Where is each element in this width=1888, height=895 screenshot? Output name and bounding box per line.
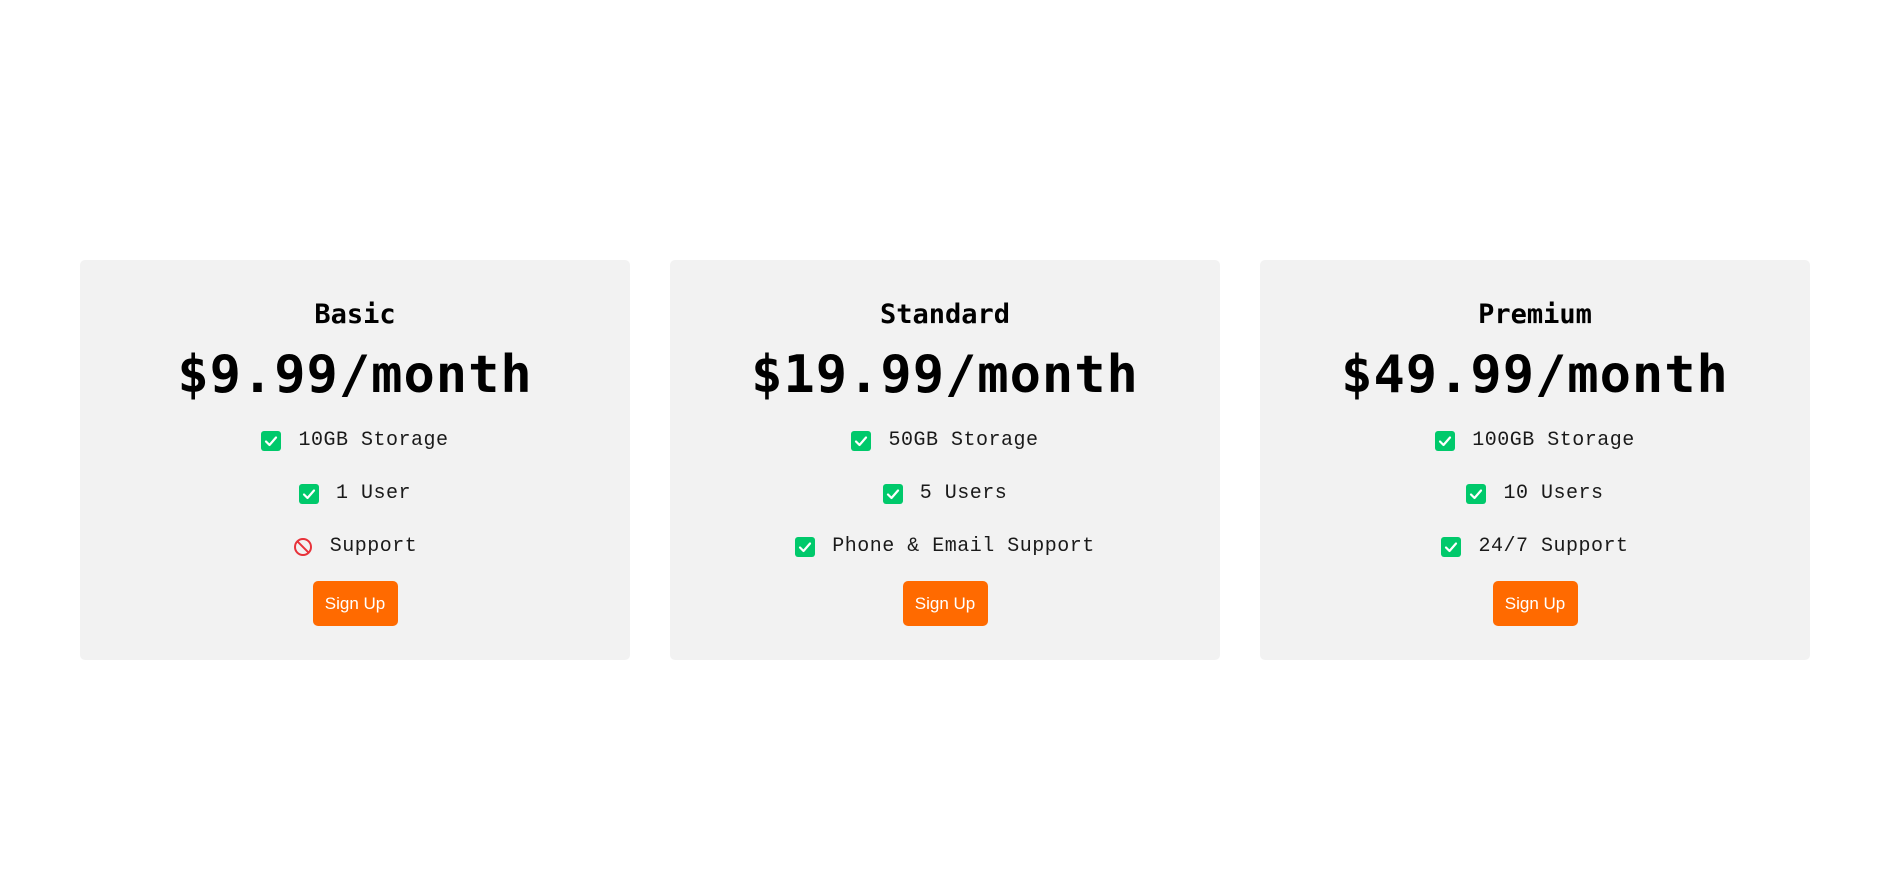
- feature-label: 24/7 Support: [1478, 535, 1629, 558]
- feature-item: 10 Users: [1466, 467, 1603, 520]
- sign-up-button[interactable]: Sign Up: [902, 581, 988, 626]
- check-icon: [851, 431, 871, 451]
- feature-label: Phone & Email Support: [832, 535, 1095, 558]
- feature-item: 1 User: [299, 467, 411, 520]
- feature-item: 5 Users: [883, 467, 1008, 520]
- feature-list: 50GB Storage 5 Users Phone & Email Suppo…: [795, 414, 1095, 573]
- feature-label: Support: [329, 535, 418, 558]
- feature-item: 100GB Storage: [1435, 414, 1635, 467]
- check-icon: [261, 431, 281, 451]
- feature-label: 5 Users: [919, 482, 1008, 505]
- plan-price: $19.99/month: [751, 345, 1139, 405]
- plan-name: Basic: [314, 299, 396, 330]
- feature-label: 1 User: [335, 482, 411, 505]
- feature-item: Phone & Email Support: [795, 520, 1095, 573]
- plan-price: $9.99/month: [177, 345, 533, 405]
- feature-label: 50GB Storage: [888, 429, 1039, 452]
- plan-name: Standard: [879, 299, 1011, 330]
- feature-item: 24/7 Support: [1441, 520, 1628, 573]
- pricing-section: Basic $9.99/month 10GB Storage 1 User Su…: [80, 260, 1810, 660]
- check-icon: [299, 484, 319, 504]
- blocked-icon: [293, 537, 313, 557]
- pricing-card-premium: Premium $49.99/month 100GB Storage 10 Us…: [1260, 260, 1810, 660]
- check-icon: [795, 537, 815, 557]
- sign-up-button[interactable]: Sign Up: [1492, 581, 1578, 626]
- feature-item: 10GB Storage: [261, 414, 448, 467]
- pricing-card-standard: Standard $19.99/month 50GB Storage 5 Use…: [670, 260, 1220, 660]
- check-icon: [1466, 484, 1486, 504]
- feature-list: 100GB Storage 10 Users 24/7 Support: [1435, 414, 1635, 573]
- check-icon: [1435, 431, 1455, 451]
- feature-item: Support: [293, 520, 418, 573]
- check-icon: [883, 484, 903, 504]
- feature-list: 10GB Storage 1 User Support: [261, 414, 448, 573]
- feature-item: 50GB Storage: [851, 414, 1038, 467]
- feature-label: 100GB Storage: [1472, 429, 1635, 452]
- feature-label: 10GB Storage: [298, 429, 449, 452]
- check-icon: [1441, 537, 1461, 557]
- plan-price: $49.99/month: [1341, 345, 1729, 405]
- feature-label: 10 Users: [1503, 482, 1604, 505]
- plan-name: Premium: [1478, 299, 1592, 330]
- pricing-card-basic: Basic $9.99/month 10GB Storage 1 User Su…: [80, 260, 630, 660]
- sign-up-button[interactable]: Sign Up: [312, 581, 398, 626]
